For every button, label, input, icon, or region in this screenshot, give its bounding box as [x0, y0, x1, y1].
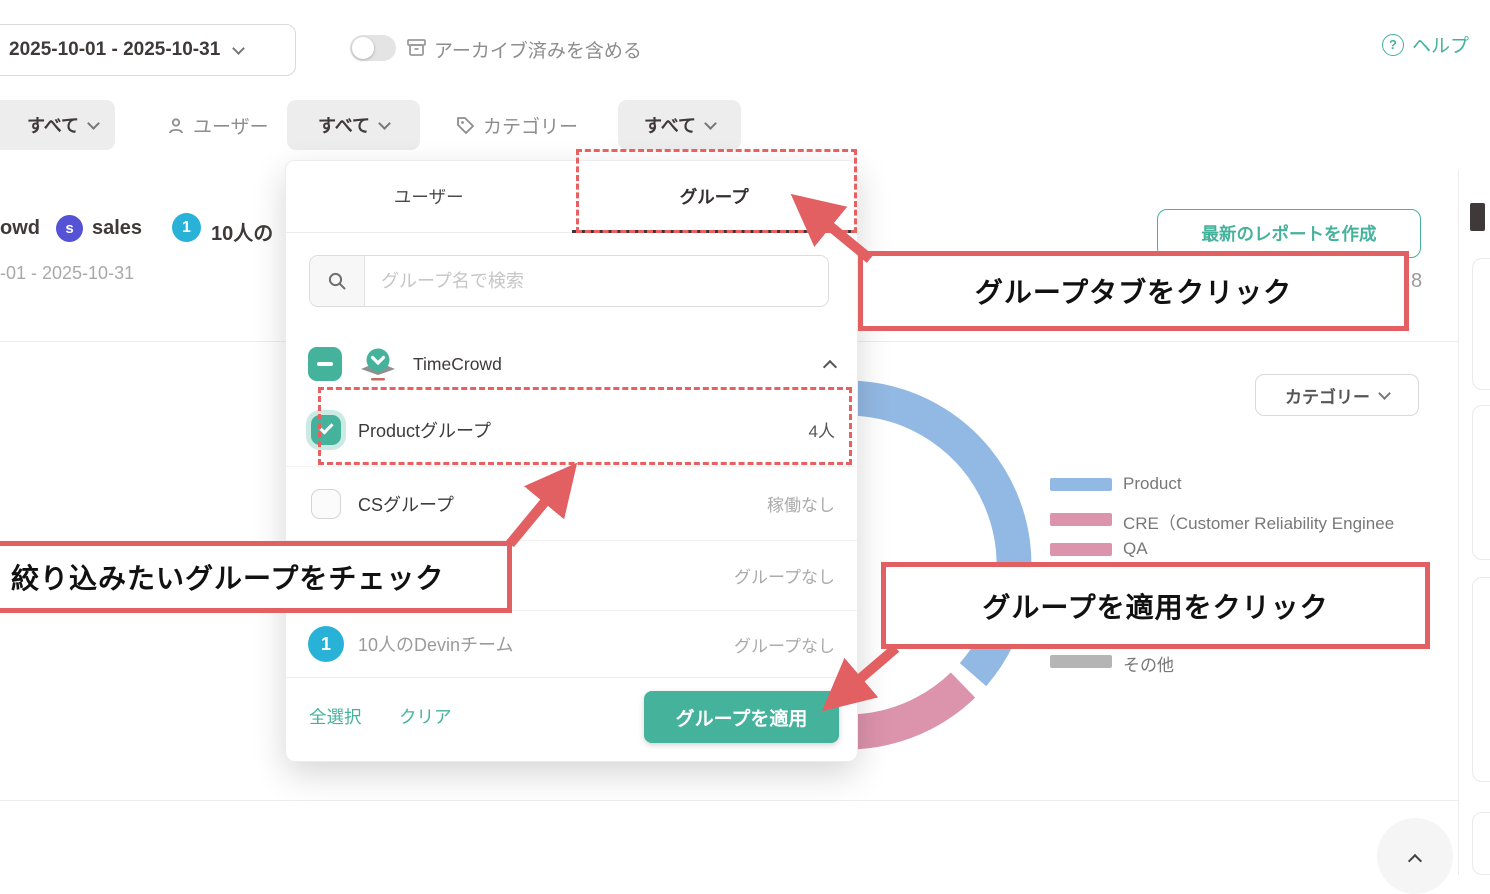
search-icon	[310, 256, 365, 306]
chevron-down-icon	[1378, 387, 1391, 400]
group-status: グループなし	[734, 563, 835, 588]
timecrowd-report-page: { "colors": { "teal": "#45b29c", "red": …	[0, 0, 1490, 875]
clear-link[interactable]: クリア	[399, 704, 452, 729]
group-name: 10人のDevinチーム	[358, 631, 514, 657]
group-status: グループなし	[734, 632, 835, 657]
group-search	[309, 255, 829, 307]
group-row-cs[interactable]: CSグループ 稼働なし	[286, 467, 857, 541]
checkbox-indeterminate[interactable]	[308, 347, 342, 381]
checkbox-unchecked[interactable]	[311, 489, 341, 519]
group-search-input[interactable]	[365, 256, 828, 306]
right-panel-card	[1472, 577, 1490, 782]
annotation-dashed-box-product-row	[318, 387, 852, 465]
group-status: 稼働なし	[767, 491, 835, 516]
timecrowd-logo	[356, 342, 400, 386]
chart-breakdown-select[interactable]: カテゴリー	[1255, 374, 1419, 416]
chevron-down-icon	[232, 42, 245, 55]
select-all-link[interactable]: 全選択	[309, 704, 362, 729]
right-panel-card	[1472, 405, 1490, 560]
chevron-up-icon	[1408, 854, 1422, 868]
scroll-to-top-button[interactable]	[1377, 818, 1453, 894]
date-range-picker[interactable]: 2025-10-01 - 2025-10-31	[0, 24, 296, 76]
team-row-timecrowd[interactable]: TimeCrowd	[286, 335, 857, 393]
group-row-devin[interactable]: 1 10人のDevinチーム グループなし	[286, 611, 857, 678]
right-panel-clipped-heading	[1470, 203, 1485, 231]
date-range-value: 2025-10-01 - 2025-10-31	[9, 39, 220, 61]
group-name: CSグループ	[358, 491, 454, 517]
avatar-devin-team: 1	[308, 626, 344, 662]
apply-groups-button[interactable]: グループを適用	[644, 691, 839, 743]
chevron-up-icon[interactable]	[823, 360, 837, 374]
right-panel-card	[1472, 258, 1490, 390]
right-panel-card	[1472, 812, 1490, 875]
annotation-callout-apply: グループを適用をクリック	[881, 562, 1430, 649]
chart-breakdown-value: カテゴリー	[1285, 383, 1370, 408]
team-name: TimeCrowd	[413, 354, 502, 375]
annotation-callout-filter: 絞り込みたいグループをチェック	[0, 541, 512, 613]
annotation-callout-tab: グループタブをクリック	[858, 251, 1409, 331]
tab-users[interactable]: ユーザー	[286, 161, 572, 232]
annotation-dashed-box-tab	[576, 149, 857, 233]
